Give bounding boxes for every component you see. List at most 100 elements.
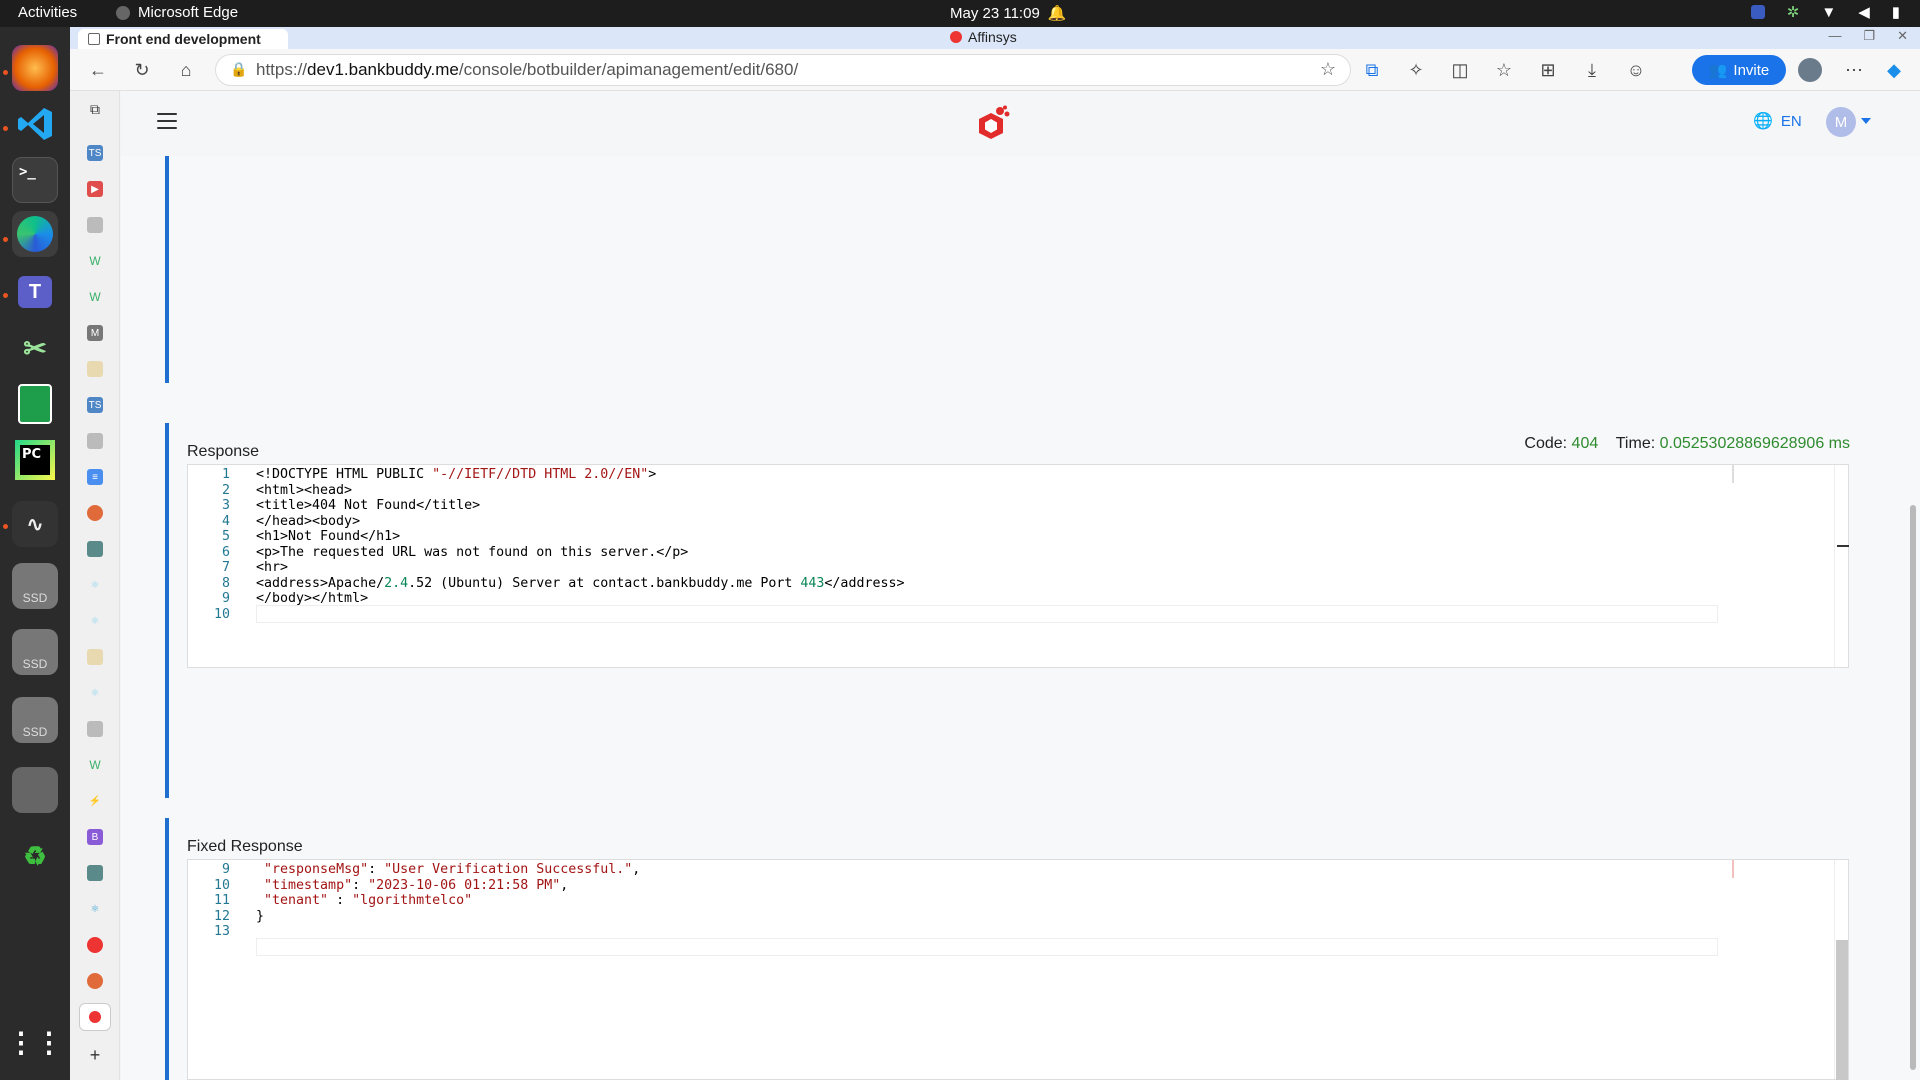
tab-actions-icon[interactable]: ⧉ <box>87 101 103 117</box>
favorites-icon[interactable]: ☆ <box>1492 58 1516 82</box>
feedback-icon[interactable]: ☺ <box>1624 58 1648 82</box>
volume-icon: ◀ <box>1858 4 1870 21</box>
wifi-icon: ▼ <box>1821 3 1837 21</box>
code-line[interactable]: 10 <box>188 605 1718 624</box>
minimize-icon[interactable]: — <box>1828 28 1841 44</box>
time-label: Time: <box>1615 435 1656 452</box>
tab-icon[interactable] <box>87 505 103 521</box>
sheets-icon[interactable] <box>12 381 58 427</box>
request-panel <box>165 156 1864 383</box>
tab-icon[interactable] <box>87 361 103 377</box>
new-tab-plus-icon[interactable]: + <box>87 1045 103 1065</box>
sd-card-icon[interactable] <box>12 767 58 813</box>
chevron-down-icon[interactable] <box>1861 118 1871 124</box>
affinsys-logo[interactable] <box>976 105 1010 141</box>
close-icon[interactable]: ✕ <box>1897 28 1908 44</box>
copilot-icon[interactable]: ◆ <box>1882 58 1906 82</box>
code-label: Code: <box>1524 435 1568 452</box>
lock-icon: 🔒 <box>230 61 248 77</box>
translate-icon[interactable]: ⧉ <box>1360 58 1384 82</box>
scissors-icon[interactable]: ✂ <box>12 325 58 371</box>
line-number: 13 <box>213 924 230 939</box>
tab-icon[interactable] <box>87 649 103 665</box>
ts-tab-icon[interactable]: TS <box>87 145 103 161</box>
active-app-menu[interactable]: Microsoft Edge <box>116 4 238 21</box>
activities-button[interactable]: Activities <box>18 4 77 21</box>
ssd-drive-icon[interactable]: SSD <box>12 629 58 675</box>
user-avatar[interactable]: M <box>1826 107 1856 137</box>
language-selector[interactable]: 🌐 EN <box>1753 111 1802 131</box>
browser-tab[interactable]: Front end development <box>78 29 288 49</box>
browser-toolbar: ← ↻ ⌂ 🔒 https://dev1.bankbuddy.me/consol… <box>70 49 1920 91</box>
firefox-icon[interactable] <box>12 45 58 91</box>
recycle-icon[interactable]: ♻ <box>12 833 58 879</box>
response-code-editor[interactable]: 1 <!DOCTYPE HTML PUBLIC "-//IETF//DTD HTM… <box>187 464 1849 668</box>
active-affinsys-tab-icon[interactable] <box>79 1003 111 1031</box>
editor-scrollbar[interactable] <box>1834 860 1848 1080</box>
url-path: /console/botbuilder/apimanagement/edit/6… <box>458 60 799 79</box>
more-menu-icon[interactable]: ⋯ <box>1842 58 1866 82</box>
editor-scrollbar[interactable] <box>1834 465 1849 667</box>
status-code: 404 <box>1571 435 1599 452</box>
active-app-label: Microsoft Edge <box>138 4 239 21</box>
profile-avatar-icon[interactable] <box>1798 58 1822 82</box>
ssd-drive-icon[interactable]: SSD <box>12 697 58 743</box>
response-title: Response <box>187 443 260 460</box>
web-page: 🌐 EN M Response Code: 404 Time: 0.052530… <box>121 91 1920 1080</box>
affinsys-tab-icon[interactable] <box>87 973 103 989</box>
clock[interactable]: May 23 11:09 🔔 <box>950 4 1066 23</box>
affinsys-tab-icon[interactable] <box>87 937 103 953</box>
tab-title: Front end development <box>106 31 261 47</box>
youtube-tab-icon[interactable]: ▶ <box>87 181 103 197</box>
tab-icon[interactable]: ⚡ <box>87 793 103 809</box>
fixed-response-code-editor[interactable]: 9 "responseMsg": "User Verification Succ… <box>187 859 1849 1080</box>
dock: >_ T ✂ PC ∿ SSD SSD SSD ♻ ⋮⋮ <box>0 27 70 1080</box>
refresh-icon[interactable]: ↻ <box>130 58 154 82</box>
app-grid-icon[interactable]: ⋮⋮ <box>7 1019 63 1065</box>
tab-icon[interactable] <box>87 865 103 881</box>
home-icon[interactable]: ⌂ <box>174 58 198 82</box>
react-tab-icon[interactable]: ⚛ <box>87 613 103 629</box>
extensions-icon[interactable]: ✧ <box>1404 58 1428 82</box>
address-bar[interactable]: 🔒 https://dev1.bankbuddy.me/console/botb… <box>215 54 1351 86</box>
downloads-icon[interactable]: ⤓ <box>1580 58 1604 82</box>
w-tab-icon[interactable]: W <box>87 253 103 269</box>
system-monitor-icon[interactable]: ∿ <box>12 501 58 547</box>
url-prefix: https:// <box>256 60 308 79</box>
avatar-initial: M <box>1834 113 1848 131</box>
editor-minimap[interactable] <box>1732 860 1818 878</box>
split-screen-icon[interactable]: ◫ <box>1448 58 1472 82</box>
teams-icon[interactable]: T <box>12 269 58 315</box>
w-tab-icon[interactable]: W <box>87 757 103 773</box>
page-scrollbar[interactable] <box>1910 505 1916 1070</box>
pycharm-icon[interactable]: PC <box>12 437 58 483</box>
editor-minimap[interactable] <box>1732 465 1818 483</box>
docs-tab-icon[interactable]: ≡ <box>87 469 103 485</box>
m-tab-icon[interactable]: M <box>87 325 103 341</box>
invite-button[interactable]: 👥 Invite <box>1692 55 1786 85</box>
page-tab-icon[interactable] <box>87 217 103 233</box>
react-tab-icon[interactable]: ⚛ <box>87 901 103 917</box>
back-icon[interactable]: ← <box>86 58 110 82</box>
vscode-icon[interactable] <box>12 101 58 147</box>
code-line[interactable]: 13 <box>188 922 1718 941</box>
edge-icon[interactable] <box>12 211 58 257</box>
fixed-response-title: Fixed Response <box>187 838 303 855</box>
react-tab-icon[interactable]: ⚛ <box>87 577 103 593</box>
hamburger-menu-icon[interactable] <box>157 113 177 129</box>
b-tab-icon[interactable]: B <box>87 829 103 845</box>
w-tab-icon[interactable]: W <box>87 289 103 305</box>
terminal-icon[interactable]: >_ <box>12 157 58 203</box>
page-tab-icon[interactable] <box>87 433 103 449</box>
favorite-star-icon[interactable]: ☆ <box>1320 59 1336 80</box>
tab-icon[interactable] <box>87 541 103 557</box>
maximize-icon[interactable]: ❐ <box>1863 28 1875 44</box>
react-tab-icon[interactable]: ⚛ <box>87 685 103 701</box>
page-tab-icon[interactable] <box>87 721 103 737</box>
ts-tab-icon[interactable]: TS <box>87 397 103 413</box>
collections-icon[interactable]: ⊞ <box>1536 58 1560 82</box>
ssd-drive-icon[interactable]: SSD <box>12 563 58 609</box>
system-tray[interactable]: ✲ ▼ ◀ ▮ <box>1750 3 1900 21</box>
globe-icon: 🌐 <box>1753 113 1773 130</box>
line-number: 10 <box>213 606 230 622</box>
